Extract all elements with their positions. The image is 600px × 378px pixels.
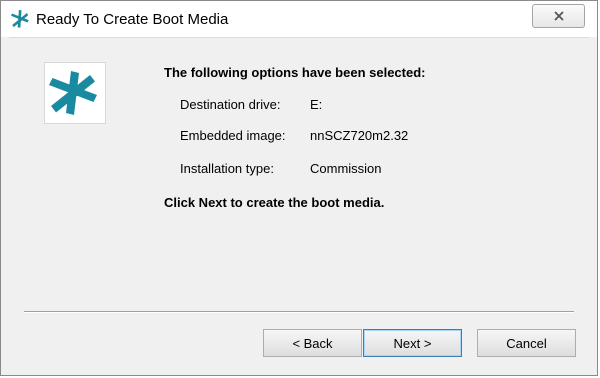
close-button[interactable] (532, 4, 585, 28)
embedded-image-label: Embedded image: (180, 128, 286, 143)
installation-type-label: Installation type: (180, 161, 274, 176)
destination-drive-value: E: (310, 97, 323, 112)
cancel-button[interactable]: Cancel (477, 329, 576, 357)
back-button[interactable]: < Back (263, 329, 362, 357)
destination-drive-label: Destination drive: (180, 97, 281, 112)
instruction-text: Click Next to create the boot media. (164, 195, 385, 210)
app-asterisk-icon (11, 9, 29, 28)
wizard-body: The following options have been selected… (9, 37, 589, 367)
embedded-image-value: nnSCZ720m2.32 (310, 128, 409, 143)
selection-heading: The following options have been selected… (164, 65, 426, 80)
window-title: Ready To Create Boot Media (36, 11, 229, 28)
footer-divider (24, 311, 574, 313)
title-bar: Ready To Create Boot Media (1, 1, 597, 37)
logo-panel (44, 62, 106, 124)
close-icon (553, 11, 564, 21)
next-button[interactable]: Next > (363, 329, 462, 357)
wizard-window: Ready To Create Boot Media The following… (0, 0, 598, 376)
asterisk-logo-icon (49, 71, 97, 115)
installation-type-value: Commission (310, 161, 382, 176)
